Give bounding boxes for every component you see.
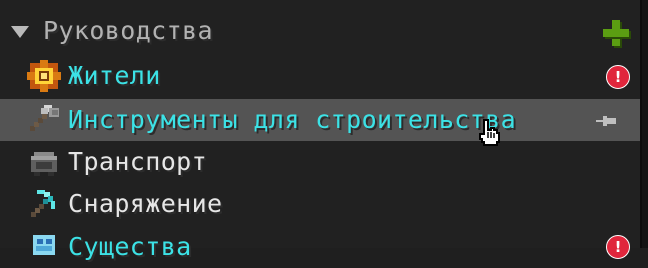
scrollbar[interactable] — [642, 0, 648, 248]
pin-icon[interactable] — [596, 115, 616, 127]
category-header-guides[interactable]: Руководства — [0, 10, 640, 52]
list-item-equipment[interactable]: Снаряжение — [0, 183, 640, 225]
list-item-label: Жители — [68, 61, 161, 90]
diamond-pickaxe-icon — [31, 190, 55, 217]
triangle-down-icon[interactable] — [11, 26, 29, 38]
plus-icon[interactable] — [601, 18, 631, 48]
hand-cursor-icon — [479, 119, 500, 146]
guide-list-panel: Руководства Жители ! Инструменты для стр… — [0, 0, 642, 261]
category-title: Руководства — [43, 16, 213, 45]
list-item-transport[interactable]: Транспорт — [0, 141, 640, 183]
villager-gear-icon — [27, 60, 61, 92]
minecart-icon — [31, 152, 57, 176]
alert-badge: ! — [606, 235, 630, 259]
list-item-building-tools[interactable]: Инструменты для строительства — [0, 99, 640, 141]
list-item-label: Инструменты для строительства — [68, 105, 517, 134]
list-item-label: Транспорт — [68, 147, 208, 176]
list-item-villagers[interactable]: Жители ! — [0, 55, 640, 97]
list-item-creatures[interactable]: Существа ! — [0, 226, 640, 268]
list-item-label: Снаряжение — [68, 189, 223, 218]
creature-icon — [33, 235, 55, 255]
hammer-icon — [30, 105, 59, 131]
list-item-label: Существа — [68, 232, 192, 261]
alert-badge: ! — [606, 65, 630, 89]
